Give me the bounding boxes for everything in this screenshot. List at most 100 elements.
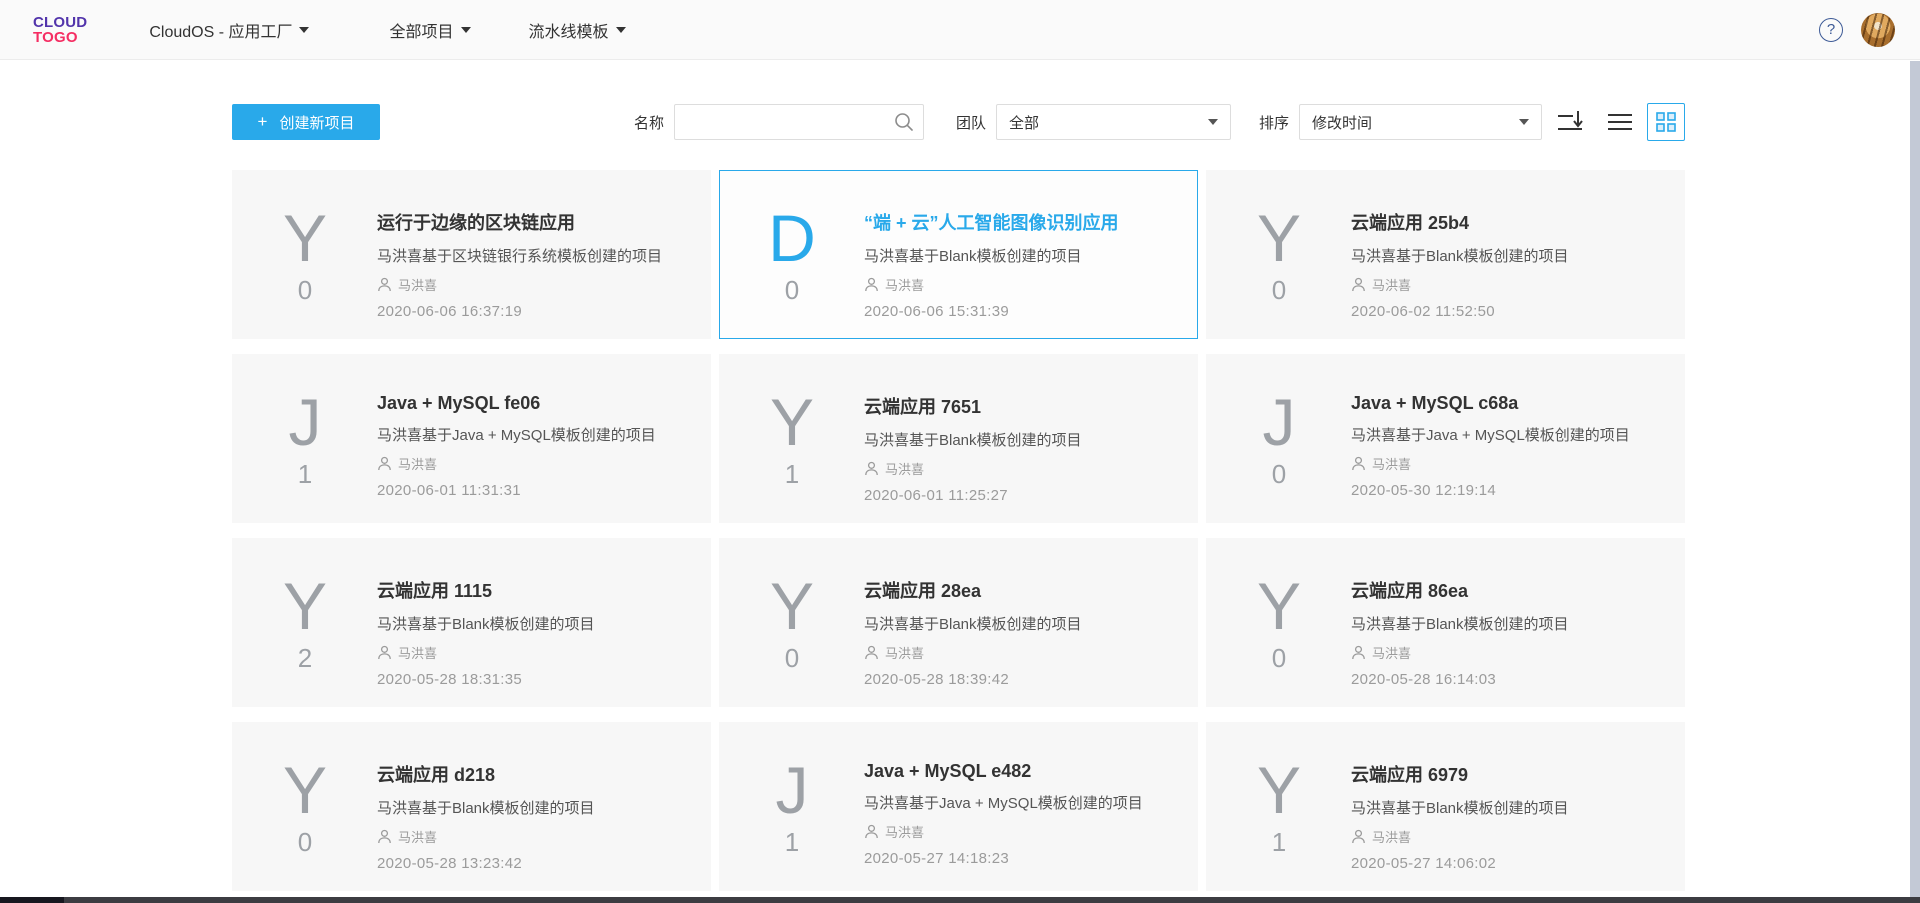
app-header: CLOUD TOGO CloudOS - 应用工厂 全部项目 流水线模板 ? <box>0 0 1920 60</box>
create-project-button[interactable]: + 创建新项目 <box>232 104 380 140</box>
project-card[interactable]: Y 0 运行于边缘的区块链应用 马洪喜基于区块链银行系统模板创建的项目 马洪喜 … <box>232 170 711 339</box>
project-initial-block: J 0 <box>1207 355 1351 522</box>
project-owner-name: 马洪喜 <box>1372 454 1411 473</box>
project-card[interactable]: Y 0 云端应用 d218 马洪喜基于Blank模板创建的项目 马洪喜 2020… <box>232 722 711 891</box>
user-avatar[interactable] <box>1861 13 1895 47</box>
project-title[interactable]: Java + MySQL e482 <box>864 761 1143 782</box>
project-modified-date: 2020-06-02 11:52:50 <box>1351 303 1569 320</box>
project-description: 马洪喜基于Blank模板创建的项目 <box>864 245 1119 266</box>
project-count: 0 <box>785 275 799 306</box>
project-initial-letter: D <box>768 205 816 271</box>
project-card[interactable]: J 1 Java + MySQL e482 马洪喜基于Java + MySQL模… <box>719 722 1198 891</box>
person-icon <box>864 277 879 292</box>
project-card[interactable]: J 1 Java + MySQL fe06 马洪喜基于Java + MySQL模… <box>232 354 711 523</box>
project-modified-date: 2020-05-28 13:23:42 <box>377 855 595 872</box>
chevron-down-icon <box>461 27 471 33</box>
project-card[interactable]: Y 0 云端应用 25b4 马洪喜基于Blank模板创建的项目 马洪喜 2020… <box>1206 170 1685 339</box>
project-count: 1 <box>298 459 312 490</box>
logo-line2: TOGO <box>33 30 87 45</box>
project-title[interactable]: Java + MySQL c68a <box>1351 393 1630 414</box>
project-card[interactable]: J 0 Java + MySQL c68a 马洪喜基于Java + MySQL模… <box>1206 354 1685 523</box>
project-initial-block: J 1 <box>720 723 864 890</box>
project-initial-letter: Y <box>283 205 327 271</box>
project-title[interactable]: 云端应用 28ea <box>864 577 1082 603</box>
project-title[interactable]: 云端应用 25b4 <box>1351 209 1569 235</box>
project-owner-name: 马洪喜 <box>885 643 924 662</box>
person-icon <box>1351 277 1366 292</box>
project-owner-row: 马洪喜 <box>864 459 1082 478</box>
project-title[interactable]: Java + MySQL fe06 <box>377 393 656 414</box>
project-owner-name: 马洪喜 <box>1372 275 1411 294</box>
project-initial-block: Y 1 <box>1207 723 1351 890</box>
cloudtogo-logo: CLOUD TOGO <box>33 15 87 45</box>
project-modified-date: 2020-06-06 16:37:19 <box>377 303 662 320</box>
nav-pipeline-templates[interactable]: 流水线模板 <box>529 18 626 42</box>
project-modified-date: 2020-05-28 16:14:03 <box>1351 671 1569 688</box>
project-title[interactable]: 云端应用 86ea <box>1351 577 1569 603</box>
project-initial-block: Y 1 <box>720 355 864 522</box>
project-initial-letter: Y <box>1257 205 1301 271</box>
vertical-scrollbar[interactable] <box>1910 61 1920 897</box>
project-initial-letter: Y <box>770 389 814 455</box>
nav-all-projects-label: 全部项目 <box>389 18 453 42</box>
chevron-down-icon <box>1519 119 1529 125</box>
person-icon <box>864 461 879 476</box>
project-initial-block: Y 0 <box>233 723 377 890</box>
project-owner-name: 马洪喜 <box>1372 827 1411 846</box>
project-modified-date: 2020-06-01 11:31:31 <box>377 482 656 499</box>
project-card[interactable]: Y 0 云端应用 28ea 马洪喜基于Blank模板创建的项目 马洪喜 2020… <box>719 538 1198 707</box>
project-card[interactable]: Y 1 云端应用 7651 马洪喜基于Blank模板创建的项目 马洪喜 2020… <box>719 354 1198 523</box>
project-owner-row: 马洪喜 <box>864 643 1082 662</box>
search-icon[interactable] <box>893 111 915 138</box>
nav-pipeline-templates-label: 流水线模板 <box>529 18 609 42</box>
project-count: 0 <box>1272 643 1286 674</box>
team-select[interactable]: 全部 <box>996 104 1231 140</box>
project-owner-row: 马洪喜 <box>864 822 1143 841</box>
project-card-body: 云端应用 d218 马洪喜基于Blank模板创建的项目 马洪喜 2020-05-… <box>377 723 595 890</box>
create-project-label: 创建新项目 <box>279 112 354 133</box>
project-card[interactable]: Y 0 云端应用 86ea 马洪喜基于Blank模板创建的项目 马洪喜 2020… <box>1206 538 1685 707</box>
nav-all-projects[interactable]: 全部项目 <box>389 18 470 42</box>
nav-app-factory[interactable]: CloudOS - 应用工厂 <box>149 18 309 42</box>
team-filter-group: 团队 全部 <box>956 104 1231 140</box>
chevron-down-icon <box>1208 119 1218 125</box>
project-count: 1 <box>1272 827 1286 858</box>
project-card[interactable]: Y 2 云端应用 1115 马洪喜基于Blank模板创建的项目 马洪喜 2020… <box>232 538 711 707</box>
project-card-body: Java + MySQL e482 马洪喜基于Java + MySQL模板创建的… <box>864 723 1143 890</box>
project-modified-date: 2020-05-30 12:19:14 <box>1351 482 1630 499</box>
project-modified-date: 2020-06-01 11:25:27 <box>864 487 1082 504</box>
project-owner-row: 马洪喜 <box>1351 643 1569 662</box>
project-card[interactable]: Y 1 云端应用 6979 马洪喜基于Blank模板创建的项目 马洪喜 2020… <box>1206 722 1685 891</box>
bottom-corner <box>0 897 64 903</box>
project-card[interactable]: D 0 “端 + 云”人工智能图像识别应用 马洪喜基于Blank模板创建的项目 … <box>719 170 1198 339</box>
search-input[interactable] <box>674 104 924 140</box>
help-icon[interactable]: ? <box>1819 18 1843 42</box>
project-card-body: 运行于边缘的区块链应用 马洪喜基于区块链银行系统模板创建的项目 马洪喜 2020… <box>377 171 662 338</box>
project-grid: Y 0 运行于边缘的区块链应用 马洪喜基于区块链银行系统模板创建的项目 马洪喜 … <box>232 170 1685 891</box>
project-count: 0 <box>298 275 312 306</box>
project-owner-row: 马洪喜 <box>377 454 656 473</box>
project-initial-block: Y 0 <box>720 539 864 706</box>
project-title[interactable]: 云端应用 1115 <box>377 577 595 603</box>
project-title[interactable]: 云端应用 6979 <box>1351 761 1569 787</box>
project-card-body: 云端应用 25b4 马洪喜基于Blank模板创建的项目 马洪喜 2020-06-… <box>1351 171 1569 338</box>
project-count: 1 <box>785 459 799 490</box>
project-description: 马洪喜基于Blank模板创建的项目 <box>1351 245 1569 266</box>
project-title[interactable]: 云端应用 7651 <box>864 393 1082 419</box>
project-card-body: 云端应用 1115 马洪喜基于Blank模板创建的项目 马洪喜 2020-05-… <box>377 539 595 706</box>
project-initial-letter: Y <box>1257 573 1301 639</box>
project-modified-date: 2020-05-28 18:31:35 <box>377 671 595 688</box>
project-title[interactable]: 运行于边缘的区块链应用 <box>377 209 662 235</box>
project-title[interactable]: “端 + 云”人工智能图像识别应用 <box>864 209 1119 235</box>
project-title[interactable]: 云端应用 d218 <box>377 761 595 787</box>
project-initial-letter: Y <box>770 573 814 639</box>
project-owner-name: 马洪喜 <box>398 643 437 662</box>
list-view-icon[interactable] <box>1608 113 1632 131</box>
team-label: 团队 <box>956 112 986 133</box>
project-card-body: Java + MySQL fe06 马洪喜基于Java + MySQL模板创建的… <box>377 355 656 522</box>
sort-direction-icon[interactable] <box>1556 110 1584 134</box>
sort-select[interactable]: 修改时间 <box>1299 104 1542 140</box>
project-initial-letter: Y <box>1257 757 1301 823</box>
grid-view-icon[interactable] <box>1647 103 1685 141</box>
person-icon <box>1351 645 1366 660</box>
